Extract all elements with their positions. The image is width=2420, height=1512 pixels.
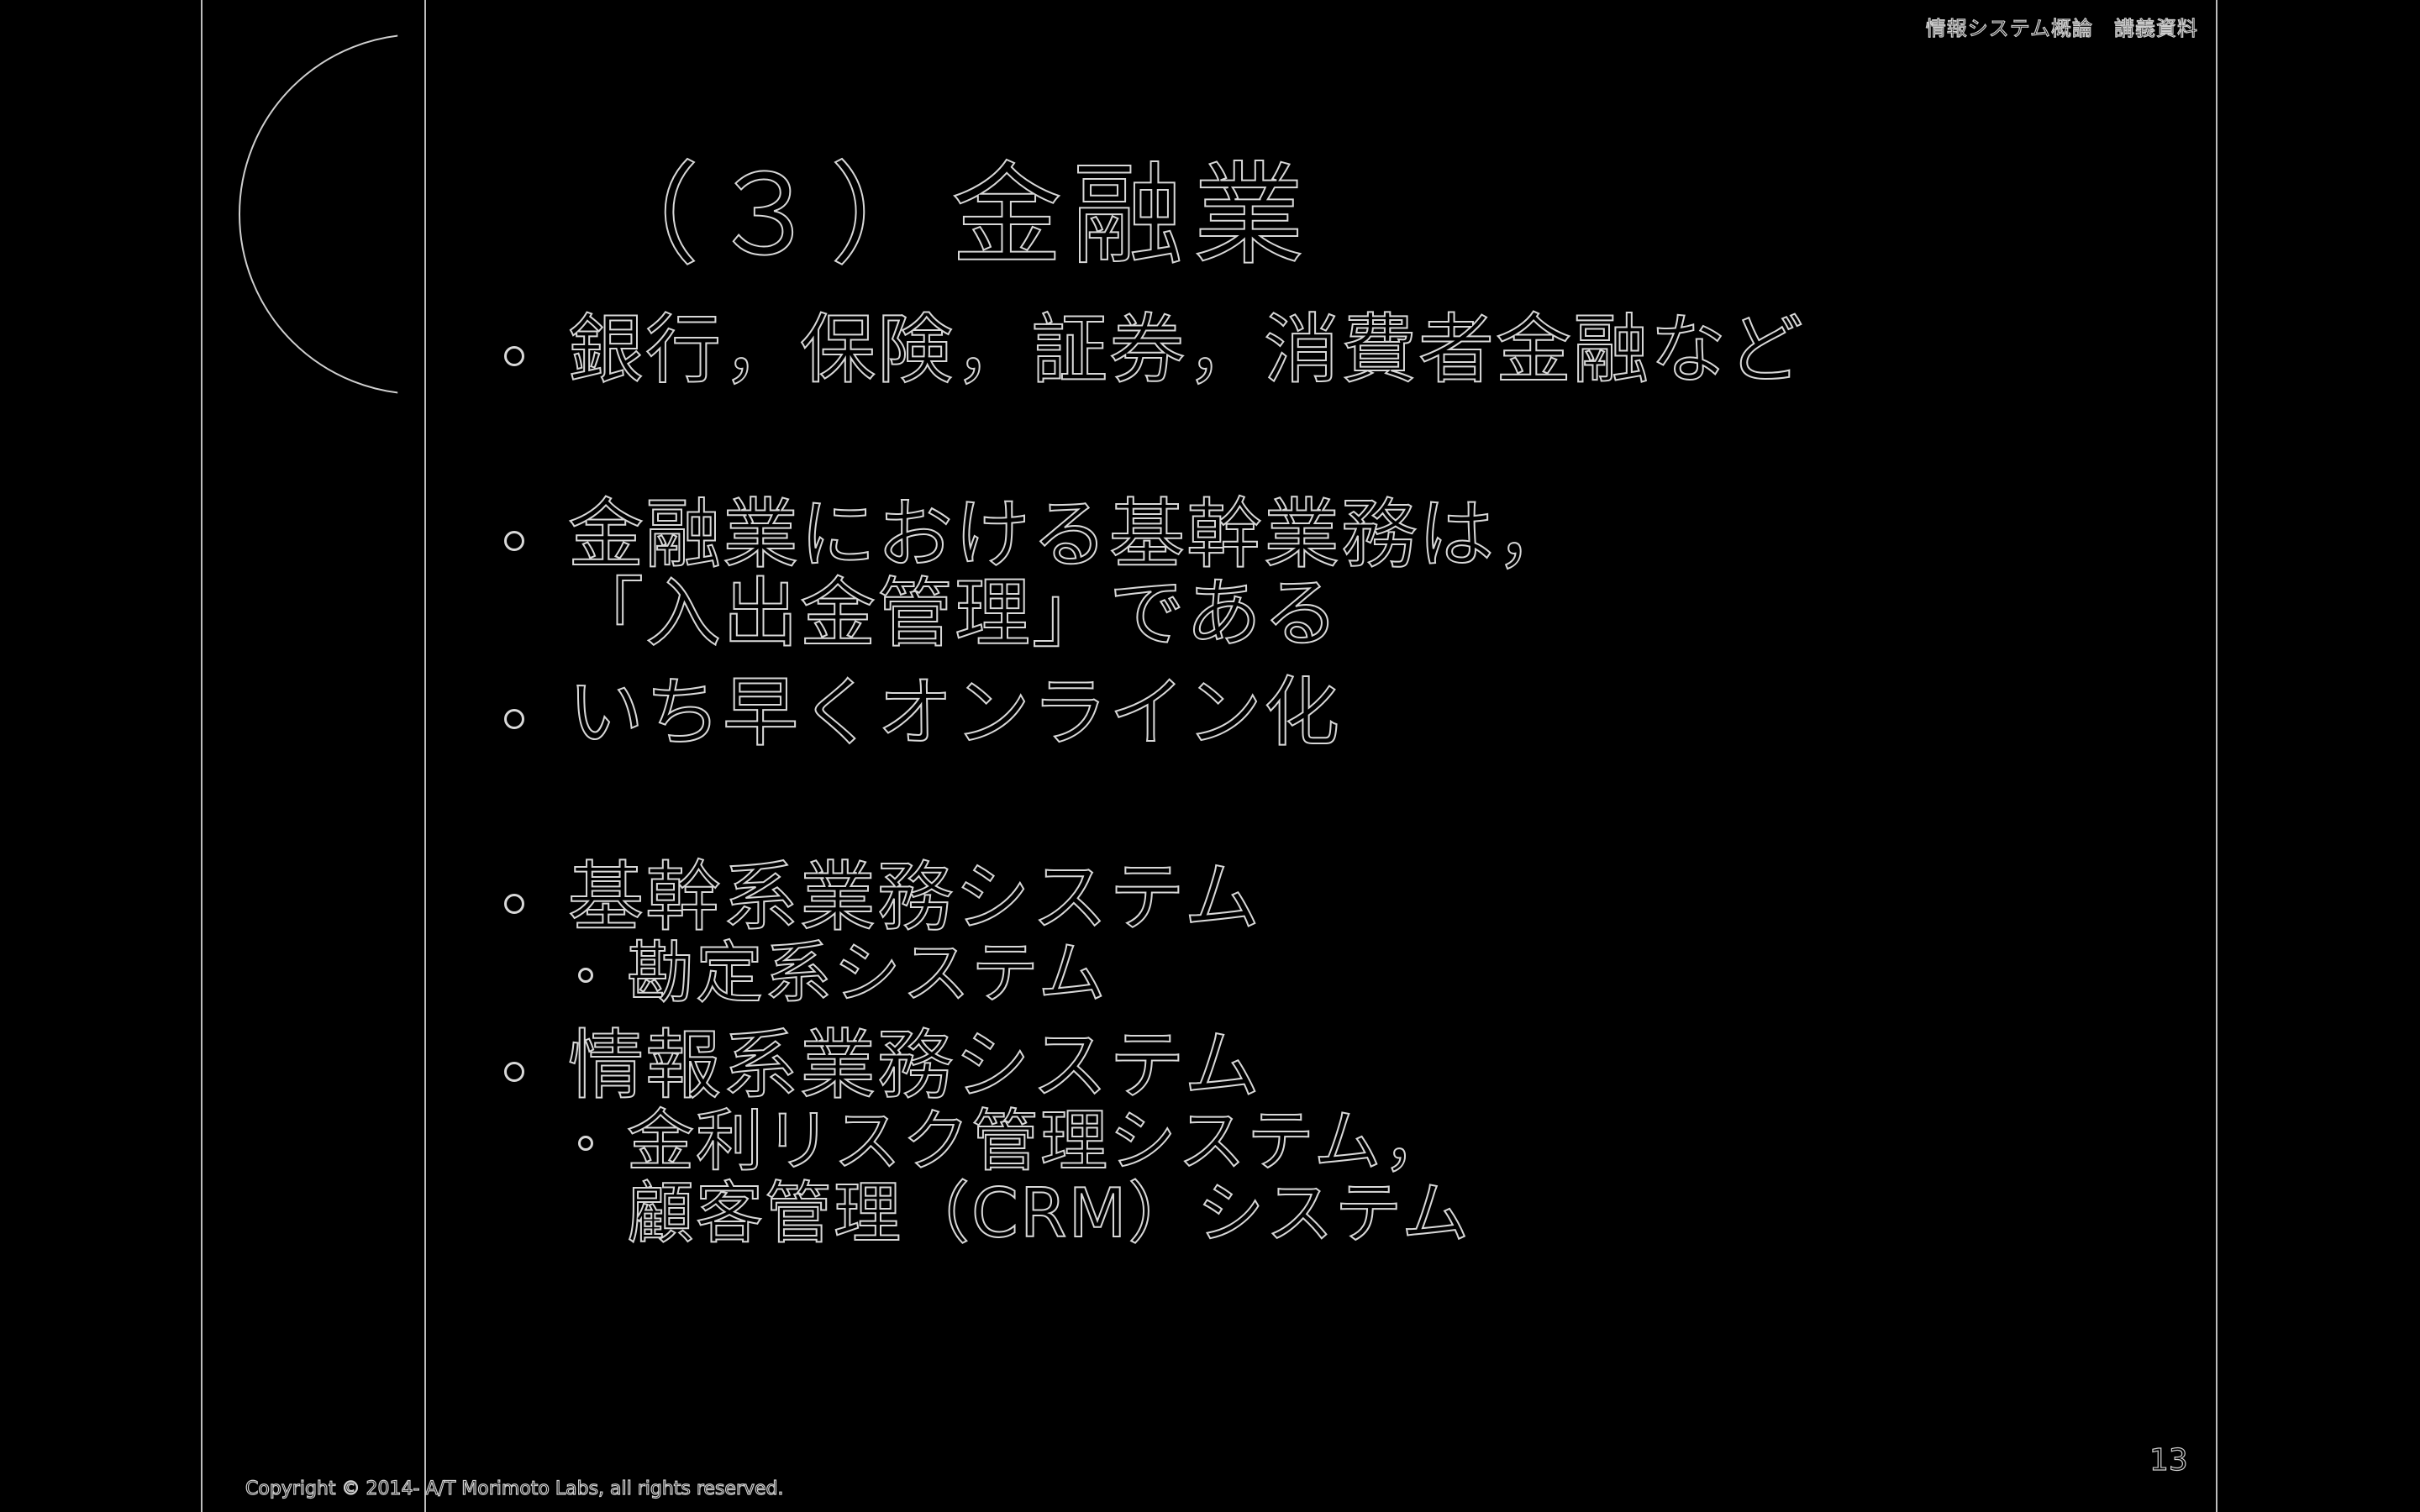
sub-bullet-text-line-2: 顧客管理（CRM）システム [626,1174,1471,1252]
bullet-text: 基幹系業務システム [567,853,1262,942]
bullet-list: 銀行，保険，証券，消費者金融など 金融業における基幹業務は， 「入出金管理」であ… [504,310,2101,1252]
bullet-item: 銀行，保険，証券，消費者金融など [504,310,2101,391]
page-number: 13 [2149,1442,2188,1478]
bullet-text-line-1: 金融業における基幹業務は， [567,491,1573,579]
slide-left-divider [424,0,426,1512]
course-label: 情報システム概論 講義資料 [1925,16,2198,40]
sub-bullet-item: 勘定系システム [504,934,2101,1012]
sub-bullet-item: 金利リスク管理システム， 顧客管理（CRM）システム [504,1102,2101,1252]
sub-bullet-dot-icon [578,1136,593,1151]
bullet-item: 情報系業務システム [504,1026,2101,1106]
bullet-text: 銀行，保険，証券，消費者金融など [567,306,1805,394]
sub-bullet-dot-icon [578,968,593,983]
slide-title: （３）金融業 [587,150,1314,281]
bullet-dot-icon [504,1062,524,1082]
spacer [504,753,2101,858]
bullet-item: 基幹系業務システム [504,858,2101,938]
bullet-item: 金融業における基幹業務は， 「入出金管理」である [504,495,2101,654]
copyright-notice: Copyright © 2014- A/T Morimoto Labs, all… [245,1478,784,1499]
bullet-dot-icon [504,709,524,729]
bullet-dot-icon [504,531,524,551]
spacer [504,390,2101,496]
bullet-dot-icon [504,346,524,366]
bullet-text: 情報系業務システム [567,1021,1262,1110]
bullet-dot-icon [504,894,524,914]
bullet-text: いち早くオンライン化 [567,669,1341,757]
bullet-item: いち早くオンライン化 [504,673,2101,753]
sub-bullet-text: 勘定系システム [626,934,1107,1012]
sub-bullet-text-line-1: 金利リスク管理システム， [626,1102,1452,1180]
bullet-text-line-2: 「入出金管理」である [567,570,1341,658]
